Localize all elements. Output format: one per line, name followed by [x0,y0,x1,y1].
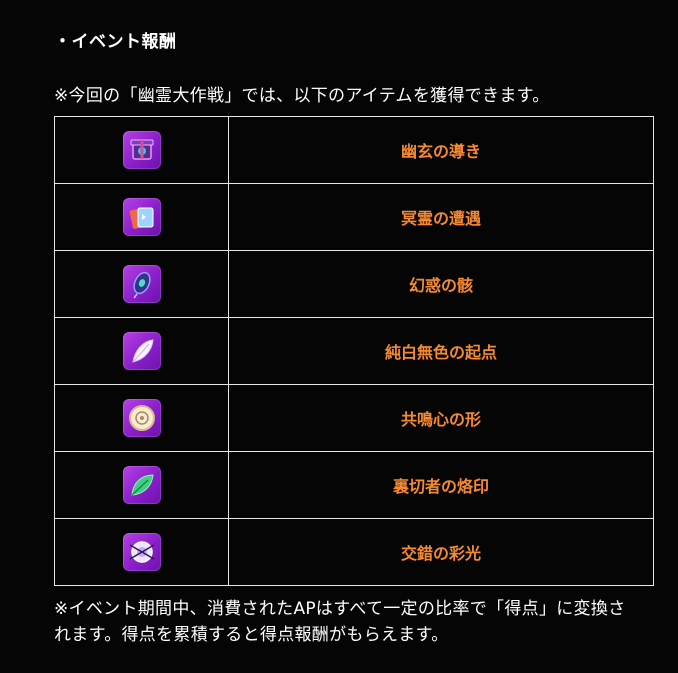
reward-name: 共鳴心の形 [228,384,654,452]
icon-cell [54,116,229,184]
peacock-feather-icon [122,265,161,303]
table-row: 共鳴心の形 [54,384,654,452]
green-leaf-icon [122,466,161,504]
section-heading: ・イベント報酬 [54,32,177,52]
table-row: 純白無色の起点 [54,317,654,385]
icon-cell [54,183,229,251]
round-badge-icon [122,399,161,437]
icon-cell [54,384,229,452]
reward-name: 幽玄の導き [228,116,654,184]
purple-gift-box-icon [122,131,161,169]
table-row: 幻惑の骸 [54,250,654,318]
table-row: 幽玄の導き [54,116,654,184]
rewards-table: 幽玄の導き 冥霊の遭遇 幻惑の骸 純白無色の起点 共鳴心の形 裏切者の烙印 交錯… [54,116,654,586]
reward-name: 裏切者の烙印 [228,451,654,519]
icon-cell [54,317,229,385]
reward-name: 幻惑の骸 [228,250,654,318]
white-feather-icon [122,332,161,370]
reward-name: 純白無色の起点 [228,317,654,385]
icon-cell [54,451,229,519]
icon-cell [54,518,229,586]
card-pack-icon [122,198,161,236]
reward-name: 交錯の彩光 [228,518,654,586]
table-row: 冥霊の遭遇 [54,183,654,251]
intro-text: ※今回の「幽霊大作戦」では、以下のアイテムを獲得できます。 [54,86,550,106]
reward-name: 冥霊の遭遇 [228,183,654,251]
table-row: 裏切者の烙印 [54,451,654,519]
icon-cell [54,250,229,318]
table-row: 交錯の彩光 [54,518,654,586]
note-text: ※イベント期間中、消費されたAPはすべて一定の比率で「得点」に変換されます。得点… [54,599,626,645]
glowing-orb-icon [122,533,161,571]
